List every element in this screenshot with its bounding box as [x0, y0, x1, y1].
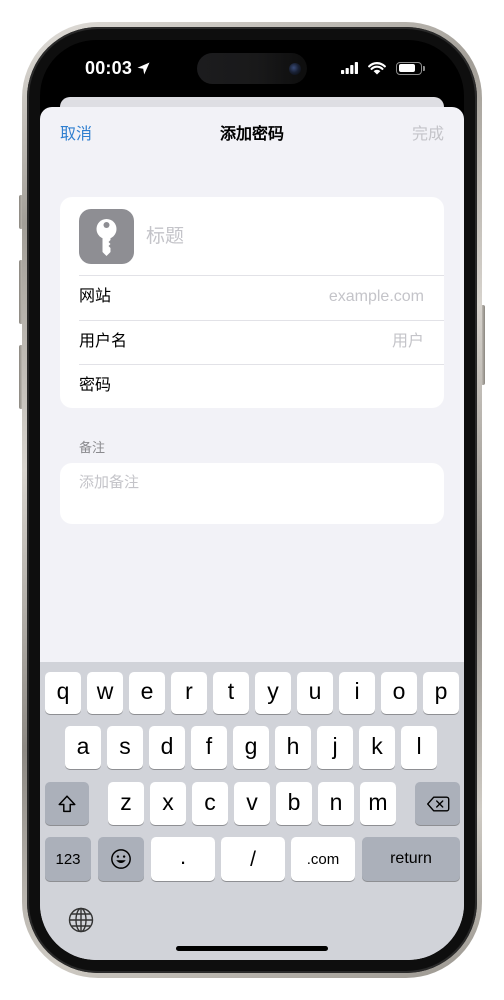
camera-lens: [289, 62, 301, 75]
key-h[interactable]: h: [275, 726, 311, 769]
site-icon: [79, 209, 134, 264]
key-o[interactable]: o: [381, 672, 417, 714]
keyboard-row-1: qwertyuiop: [45, 672, 459, 714]
shift-icon: [58, 794, 76, 812]
shift-key[interactable]: [45, 782, 89, 825]
key-s[interactable]: s: [107, 726, 143, 769]
return-key[interactable]: return: [362, 837, 460, 881]
key-e[interactable]: e: [129, 672, 165, 714]
notes-input[interactable]: [79, 473, 424, 515]
key-icon: [96, 219, 117, 256]
key-b[interactable]: b: [276, 782, 312, 825]
battery-body: [396, 61, 422, 75]
key-f[interactable]: f: [191, 726, 227, 769]
keyboard-row-3: zxcvbnm: [108, 782, 396, 825]
password-input[interactable]: [169, 364, 424, 408]
numbers-key[interactable]: 123: [45, 837, 91, 881]
battery-nub: [423, 65, 425, 71]
wifi-icon: [368, 61, 386, 74]
key-g[interactable]: g: [233, 726, 269, 769]
key-p[interactable]: p: [423, 672, 459, 714]
delete-icon: [426, 795, 449, 812]
title-input[interactable]: [146, 224, 426, 250]
emoji-icon: [111, 849, 131, 869]
delete-key[interactable]: [415, 782, 460, 825]
nav-bar: 取消 添加密码 完成: [40, 123, 464, 147]
keyboard-row-2: asdfghjkl: [65, 726, 437, 769]
cancel-button[interactable]: 取消: [60, 123, 92, 147]
key-z[interactable]: z: [108, 782, 144, 825]
password-entry-card: 网站 用户名 密码: [60, 197, 444, 408]
key-r[interactable]: r: [171, 672, 207, 714]
notes-section-label: 备注: [79, 440, 106, 455]
keyboard: qwertyuiop asdfghjkl zxcvbnm 123 . / .co…: [40, 662, 464, 960]
key-n[interactable]: n: [318, 782, 354, 825]
password-label: 密码: [79, 377, 112, 394]
username-row: 用户名: [79, 320, 444, 364]
battery-fill: [398, 64, 416, 72]
key-t[interactable]: t: [213, 672, 249, 714]
key-l[interactable]: l: [401, 726, 437, 769]
globe-icon[interactable]: [68, 907, 94, 933]
key-u[interactable]: u: [297, 672, 333, 714]
page-title: 添加密码: [219, 126, 284, 143]
emoji-key[interactable]: [98, 837, 144, 881]
period-key[interactable]: .: [151, 837, 215, 881]
key-k[interactable]: k: [359, 726, 395, 769]
website-row: 网站: [79, 275, 444, 319]
key-i[interactable]: i: [339, 672, 375, 714]
battery-icon: [396, 61, 425, 75]
key-y[interactable]: y: [255, 672, 291, 714]
home-indicator[interactable]: [176, 946, 328, 951]
key-a[interactable]: a: [65, 726, 101, 769]
status-time: 00:03: [85, 58, 133, 78]
location-arrow-icon: [137, 62, 150, 74]
password-row: 密码: [79, 364, 444, 408]
key-w[interactable]: w: [87, 672, 123, 714]
key-m[interactable]: m: [360, 782, 396, 825]
dotcom-key[interactable]: .com: [291, 837, 355, 881]
key-d[interactable]: d: [149, 726, 185, 769]
username-label: 用户名: [79, 333, 128, 350]
notes-card: [60, 463, 444, 524]
dynamic-island: [197, 53, 307, 84]
status-bar-right: [341, 61, 425, 75]
website-input[interactable]: [169, 275, 424, 319]
status-bar-left: 00:03: [85, 57, 150, 79]
key-j[interactable]: j: [317, 726, 353, 769]
key-q[interactable]: q: [45, 672, 81, 714]
key-c[interactable]: c: [192, 782, 228, 825]
done-button[interactable]: 完成: [412, 123, 444, 147]
website-label: 网站: [79, 288, 112, 305]
key-x[interactable]: x: [150, 782, 186, 825]
username-input[interactable]: [169, 320, 424, 364]
key-v[interactable]: v: [234, 782, 270, 825]
slash-key[interactable]: /: [221, 837, 285, 881]
screen: 00:03 取消 添加密码 完成 标题 网站 example.com 用户名 用…: [40, 40, 464, 960]
signal-icon: [341, 62, 358, 74]
